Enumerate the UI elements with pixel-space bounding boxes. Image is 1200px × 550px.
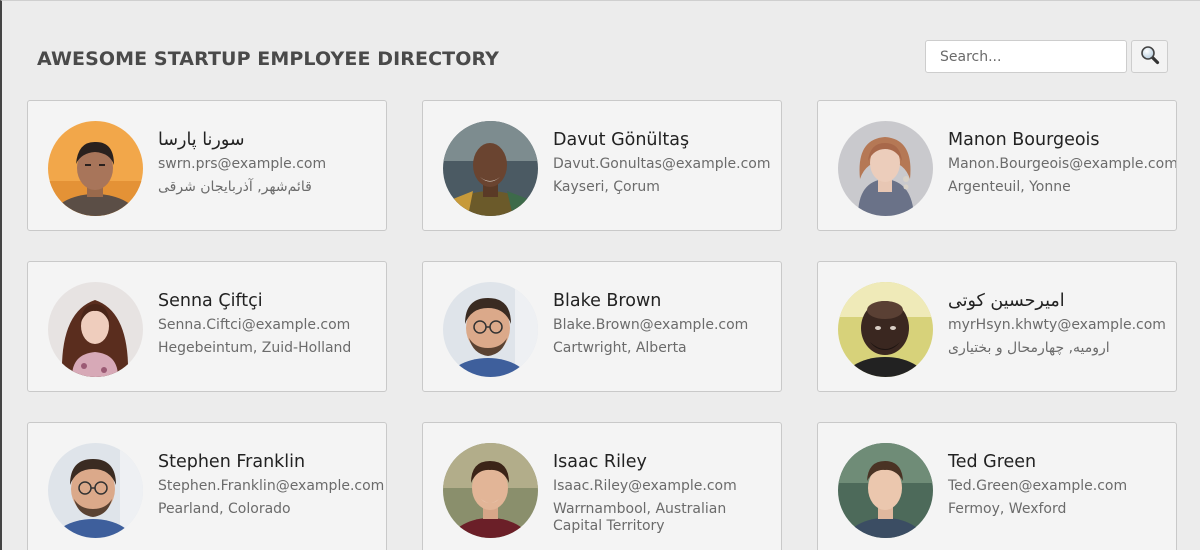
search-input[interactable]: [925, 40, 1127, 73]
employee-card[interactable]: Isaac Riley Isaac.Riley@example.com Warr…: [422, 422, 782, 550]
employee-email: Senna.Ciftci@example.com: [158, 317, 351, 333]
employee-location: Pearland, Colorado: [158, 501, 291, 517]
directory-page: AWESOME STARTUP EMPLOYEE DIRECTORY Searc…: [0, 0, 1200, 550]
employee-email: Ted.Green@example.com: [948, 478, 1128, 494]
employee-name: Manon Bourgeois: [948, 130, 1100, 150]
avatar: [443, 443, 538, 538]
employee-location: Argenteuil, Yonne: [948, 179, 1071, 195]
employee-location: Kayseri, Çorum: [553, 179, 660, 195]
employee-name: امیرحسین کوتی: [948, 291, 1065, 311]
avatar: [838, 443, 933, 538]
avatar: [48, 121, 143, 216]
employee-name: Ted Green: [948, 452, 1037, 472]
employee-name: سورنا پارسا: [158, 130, 245, 150]
avatar: [838, 282, 933, 377]
avatar: [443, 282, 538, 377]
employee-email: swrn.prs@example.com: [158, 156, 327, 172]
search-button[interactable]: [1131, 40, 1168, 73]
employee-card[interactable]: Blake Brown Blake.Brown@example.com Cart…: [422, 261, 782, 392]
employee-card[interactable]: سورنا پارسا swrn.prs@example.com قائم‌شه…: [27, 100, 387, 231]
page-title: AWESOME STARTUP EMPLOYEE DIRECTORY: [37, 48, 500, 70]
employee-card[interactable]: Manon Bourgeois Manon.Bourgeois@example.…: [817, 100, 1177, 231]
avatar: [443, 121, 538, 216]
employee-name: Stephen Franklin: [158, 452, 306, 472]
employee-location: Hegebeintum, Zuid-Holland: [158, 340, 352, 356]
employee-location: قائم‌شهر, آذربایجان شرقی: [158, 179, 312, 195]
employee-location: Warrnambool, Australian Capital Territor…: [553, 501, 727, 534]
employee-location: Cartwright, Alberta: [553, 340, 687, 356]
employee-email: Stephen.Franklin@example.com: [158, 478, 385, 494]
avatar: [48, 443, 143, 538]
search-icon: [1140, 45, 1160, 68]
avatar: [838, 121, 933, 216]
employee-location: ارومیه, چهارمحال و بختیاری: [948, 340, 1110, 356]
employee-name: Senna Çiftçi: [158, 291, 263, 311]
employee-email: Manon.Bourgeois@example.com: [948, 156, 1177, 172]
employee-email: Isaac.Riley@example.com: [553, 478, 737, 494]
employee-card[interactable]: Senna Çiftçi Senna.Ciftci@example.com He…: [27, 261, 387, 392]
employee-card[interactable]: Davut Gönültaş Davut.Gonultas@example.co…: [422, 100, 782, 231]
employee-location: Fermoy, Wexford: [948, 501, 1067, 517]
employee-card[interactable]: Stephen Franklin Stephen.Franklin@exampl…: [27, 422, 387, 550]
employee-email: Blake.Brown@example.com: [553, 317, 749, 333]
employee-name: Isaac Riley: [553, 452, 647, 472]
employee-name: Blake Brown: [553, 291, 662, 311]
employee-name: Davut Gönültaş: [553, 130, 690, 150]
employee-email: myrHsyn.khwty@example.com: [948, 317, 1166, 333]
avatar: [48, 282, 143, 377]
employee-email: Davut.Gonultas@example.com: [553, 156, 771, 172]
employee-card[interactable]: امیرحسین کوتی myrHsyn.khwty@example.com …: [817, 261, 1177, 392]
employee-card[interactable]: Ted Green Ted.Green@example.com Fermoy, …: [817, 422, 1177, 550]
